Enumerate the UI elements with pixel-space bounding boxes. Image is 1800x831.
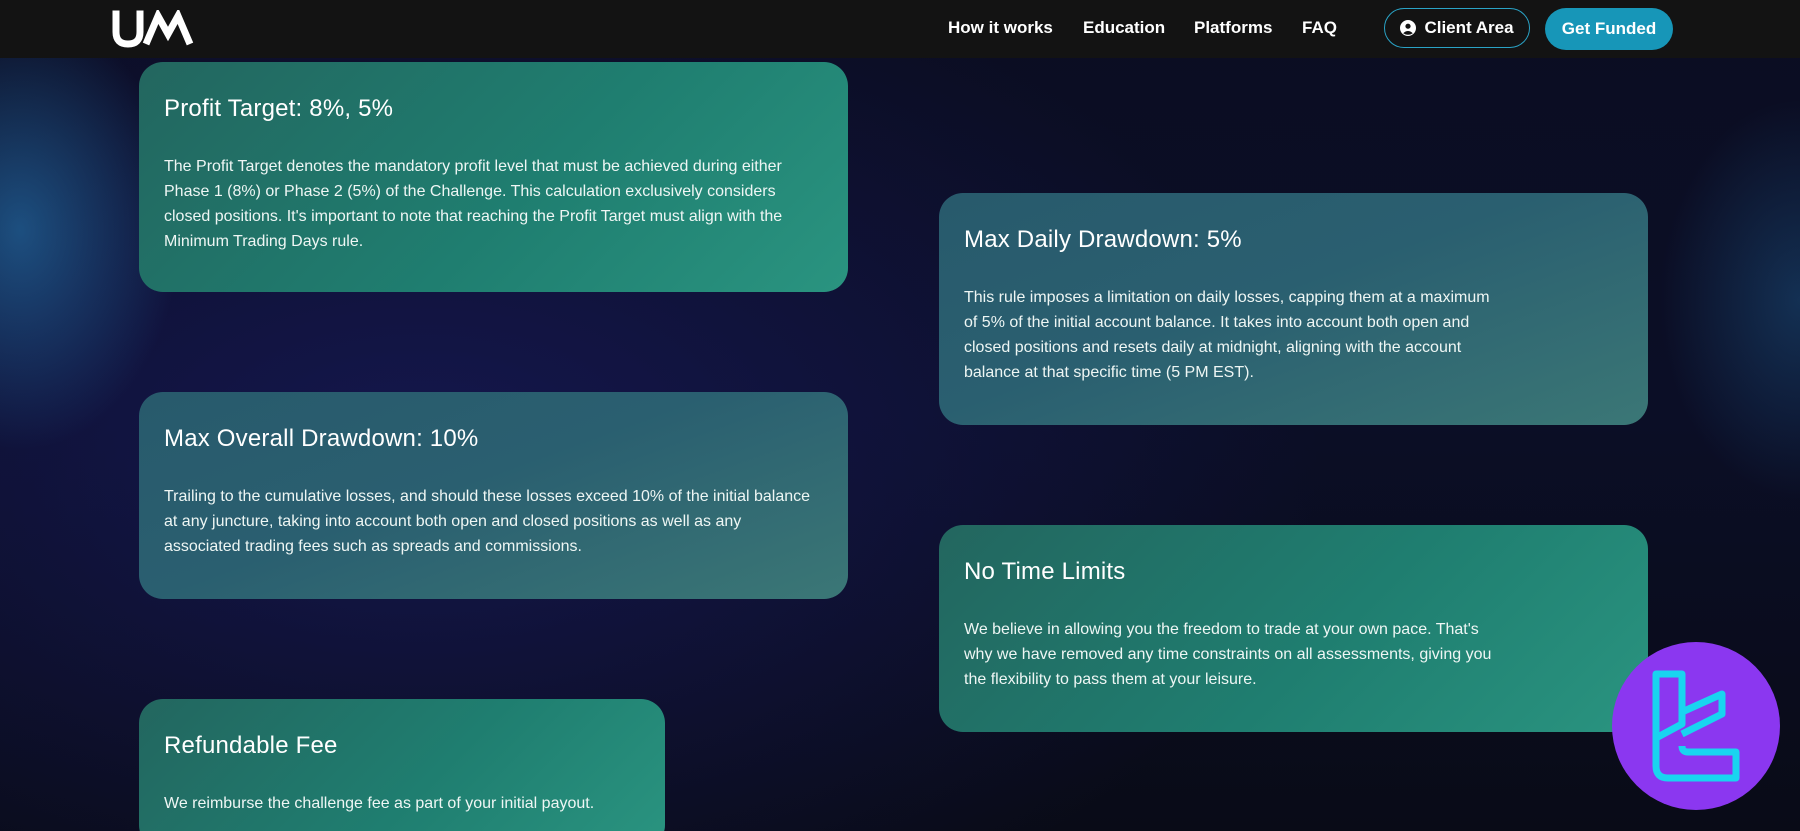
um-logo[interactable] bbox=[112, 10, 194, 50]
card-title: Max Daily Drawdown: 5% bbox=[964, 226, 1242, 253]
nav-faq[interactable]: FAQ bbox=[1302, 18, 1337, 38]
tc-logo-icon bbox=[1652, 670, 1740, 782]
client-area-label: Client Area bbox=[1424, 18, 1514, 37]
tc-badge bbox=[1612, 642, 1780, 810]
card-refundable-fee: Refundable Fee We reimburse the challeng… bbox=[139, 699, 665, 831]
card-body: This rule imposes a limitation on daily … bbox=[964, 289, 1490, 381]
nav-how-it-works[interactable]: How it works bbox=[948, 18, 1053, 38]
card-body: Trailing to the cumulative losses, and s… bbox=[164, 488, 811, 555]
card-profit-target: Profit Target: 8%, 5% The Profit Target … bbox=[139, 62, 848, 292]
card-no-time-limits: No Time Limits We believe in allowing yo… bbox=[939, 525, 1648, 732]
card-max-daily-drawdown: Max Daily Drawdown: 5% This rule imposes… bbox=[939, 193, 1648, 425]
user-circle-icon bbox=[1400, 20, 1417, 36]
get-funded-button[interactable]: Get Funded bbox=[1545, 8, 1673, 50]
site-header: How it works Education Platforms FAQ Cli… bbox=[0, 0, 1800, 58]
card-max-overall-drawdown: Max Overall Drawdown: 10% Trailing to th… bbox=[139, 392, 848, 599]
client-area-button[interactable]: Client Area bbox=[1384, 8, 1530, 48]
get-funded-label: Get Funded bbox=[1561, 19, 1657, 38]
card-body: We reimburse the challenge fee as part o… bbox=[164, 795, 595, 812]
card-title: Max Overall Drawdown: 10% bbox=[164, 425, 479, 452]
nav-platforms[interactable]: Platforms bbox=[1194, 18, 1272, 38]
nav-education[interactable]: Education bbox=[1083, 18, 1165, 38]
card-title: No Time Limits bbox=[964, 558, 1126, 585]
card-title: Profit Target: 8%, 5% bbox=[164, 95, 394, 122]
card-body: The Profit Target denotes the mandatory … bbox=[164, 158, 783, 250]
card-body: We believe in allowing you the freedom t… bbox=[964, 621, 1492, 688]
card-title: Refundable Fee bbox=[164, 732, 338, 759]
